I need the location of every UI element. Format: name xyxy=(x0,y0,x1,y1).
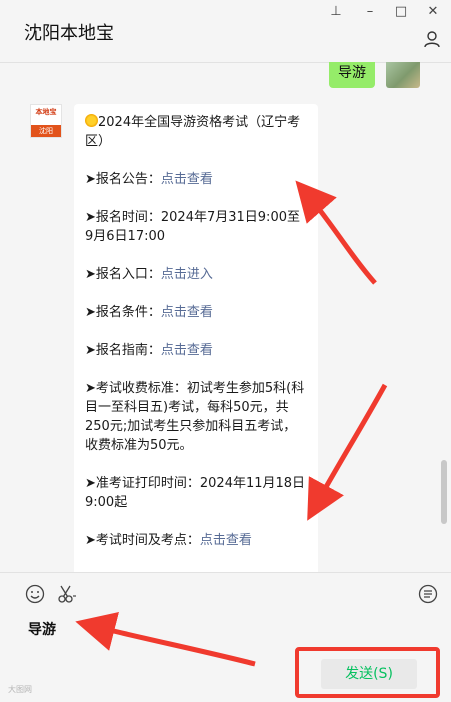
chat-scrollbar[interactable] xyxy=(441,460,447,524)
guide-link[interactable]: 点击查看 xyxy=(161,343,213,358)
avatar-logo-bar: 沈阳 xyxy=(31,125,61,137)
avatar-logo-text: 本地宝 xyxy=(35,108,57,116)
pin-icon[interactable]: ⊥ xyxy=(326,2,346,22)
input-area[interactable]: 导游 发送(S) xyxy=(0,572,451,702)
reply-item-registration-entry: ➤报名入口：点击进入 xyxy=(85,267,213,282)
reply-item-fees: ➤考试收费标准：初试考生参加5科(科目一至科目五)考试，每科50元，共250元;… xyxy=(85,381,305,453)
reply-item-guide: ➤报名指南：点击查看 xyxy=(85,343,213,358)
title-bar: 沈阳本地宝 ⊥ – □ ✕ xyxy=(0,0,451,63)
watermark: 大图网 xyxy=(8,685,32,694)
profile-icon[interactable] xyxy=(423,30,441,48)
reply-message-bubble[interactable]: 2024年全国导游资格考试（辽宁考区） ➤报名公告：点击查看 ➤报名时间：202… xyxy=(74,104,318,572)
window-title: 沈阳本地宝 xyxy=(24,23,114,44)
send-button[interactable]: 发送(S) xyxy=(321,659,417,689)
user-avatar[interactable] xyxy=(386,62,420,88)
exam-location-link[interactable]: 点击查看 xyxy=(200,533,252,548)
registration-entry-link[interactable]: 点击进入 xyxy=(161,267,213,282)
sent-message-bubble[interactable]: 导游 xyxy=(329,62,375,88)
reply-item-announcement: ➤报名公告：点击查看 xyxy=(85,172,213,187)
reply-item-exam-location: ➤考试时间及考点：点击查看 xyxy=(85,533,252,548)
announcement-link[interactable]: 点击查看 xyxy=(161,172,213,187)
chat-area[interactable]: 导游 本地宝 沈阳 2024年全国导游资格考试（辽宁考区） ➤报名公告：点击查看… xyxy=(0,62,451,572)
chat-history-icon[interactable] xyxy=(417,583,439,605)
reply-item-conditions: ➤报名条件：点击查看 xyxy=(85,305,213,320)
maximize-button[interactable]: □ xyxy=(391,2,411,22)
reply-item-registration-time: ➤报名时间：2024年7月31日9:00至9月6日17:00 xyxy=(85,210,300,244)
emoji-icon[interactable] xyxy=(24,583,46,605)
sun-icon xyxy=(85,114,98,127)
bot-avatar[interactable]: 本地宝 沈阳 xyxy=(30,104,62,138)
minimize-button[interactable]: – xyxy=(360,2,380,22)
reply-item-admission-ticket: ➤准考证打印时间：2024年11月18日9:00起 xyxy=(85,476,306,510)
close-button[interactable]: ✕ xyxy=(423,2,443,22)
reply-title: 2024年全国导游资格考试（辽宁考区） xyxy=(85,114,301,149)
message-input[interactable]: 导游 xyxy=(28,619,56,639)
send-button-highlight: 发送(S) xyxy=(295,647,440,698)
scissors-icon[interactable] xyxy=(56,583,78,605)
conditions-link[interactable]: 点击查看 xyxy=(161,305,213,320)
